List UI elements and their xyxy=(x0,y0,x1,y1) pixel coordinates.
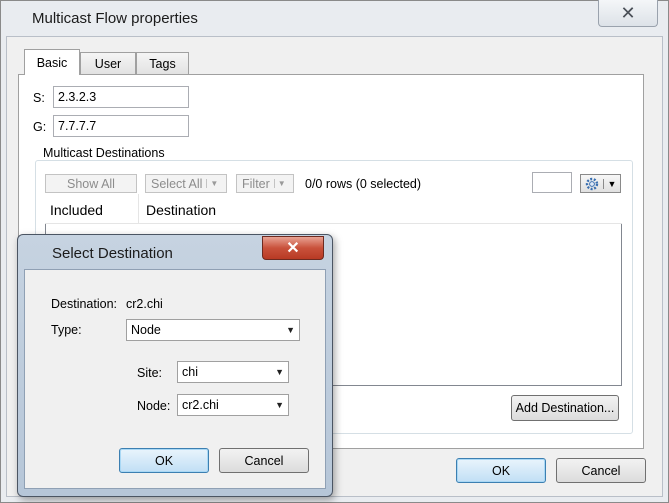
group-title: Multicast Destinations xyxy=(40,146,168,160)
type-label: Type: xyxy=(51,323,82,337)
select-all-label: Select All xyxy=(151,176,203,191)
filter-label: Filter xyxy=(242,176,270,191)
show-all-label: Show All xyxy=(67,176,115,191)
column-header-included[interactable]: Included xyxy=(50,202,103,218)
node-label: Node: xyxy=(137,399,171,413)
s-label: S: xyxy=(33,91,45,105)
dialog-ok-label: OK xyxy=(154,453,174,468)
node-select[interactable]: cr2.chi ▼ xyxy=(177,394,289,416)
dialog-cancel-label: Cancel xyxy=(244,453,284,468)
chevron-down-icon: ▼ xyxy=(273,179,286,188)
column-header-destination[interactable]: Destination xyxy=(146,202,216,218)
close-icon: ✕ xyxy=(286,240,300,257)
chevron-down-icon: ▼ xyxy=(603,178,620,189)
type-select[interactable]: Node ▼ xyxy=(126,319,300,341)
destination-label: Destination: xyxy=(51,297,118,311)
cancel-button[interactable]: Cancel xyxy=(556,458,646,483)
tab-tags[interactable]: Tags xyxy=(136,52,189,74)
settings-menu-button[interactable]: ▼ xyxy=(580,174,621,193)
tab-user[interactable]: User xyxy=(80,52,136,74)
ok-label: OK xyxy=(491,463,511,478)
tab-basic[interactable]: Basic xyxy=(24,49,80,75)
show-all-button[interactable]: Show All xyxy=(45,174,137,193)
dialog-title: Select Destination xyxy=(52,245,173,262)
ok-button[interactable]: OK xyxy=(456,458,546,483)
rows-status: 0/0 rows (0 selected) xyxy=(305,177,422,191)
destination-value: cr2.chi xyxy=(126,297,163,311)
chevron-down-icon: ▼ xyxy=(275,400,284,410)
search-input[interactable] xyxy=(532,172,572,193)
chevron-down-icon: ▼ xyxy=(286,325,295,335)
tab-user-label: User xyxy=(94,56,122,71)
table-header: Included Destination xyxy=(45,194,622,224)
select-all-button[interactable]: Select All ▼ xyxy=(145,174,227,193)
column-divider xyxy=(138,194,139,224)
filter-button[interactable]: Filter ▼ xyxy=(236,174,294,193)
chevron-down-icon: ▼ xyxy=(275,367,284,377)
chevron-down-icon: ▼ xyxy=(206,179,218,188)
site-select[interactable]: chi ▼ xyxy=(177,361,289,383)
window-title: Multicast Flow properties xyxy=(32,10,198,27)
gear-icon xyxy=(581,177,603,191)
site-select-value: chi xyxy=(182,365,198,379)
add-destination-label: Add Destination... xyxy=(515,401,615,415)
site-label: Site: xyxy=(137,366,163,380)
dialog-cancel-button[interactable]: Cancel xyxy=(219,448,309,473)
tab-basic-label: Basic xyxy=(36,55,68,70)
g-field[interactable]: 7.7.7.7 xyxy=(53,115,189,137)
s-field[interactable]: 2.3.2.3 xyxy=(53,86,189,108)
window-close-button[interactable]: ✕ xyxy=(598,0,658,27)
dialog-ok-button[interactable]: OK xyxy=(119,448,209,473)
cancel-label: Cancel xyxy=(581,463,621,478)
tab-tags-label: Tags xyxy=(149,56,176,71)
type-select-value: Node xyxy=(131,323,161,337)
g-label: G: xyxy=(33,120,47,134)
add-destination-button[interactable]: Add Destination... xyxy=(511,395,619,421)
close-icon: ✕ xyxy=(620,2,636,23)
dialog-close-button[interactable]: ✕ xyxy=(262,236,324,260)
node-select-value: cr2.chi xyxy=(182,398,219,412)
